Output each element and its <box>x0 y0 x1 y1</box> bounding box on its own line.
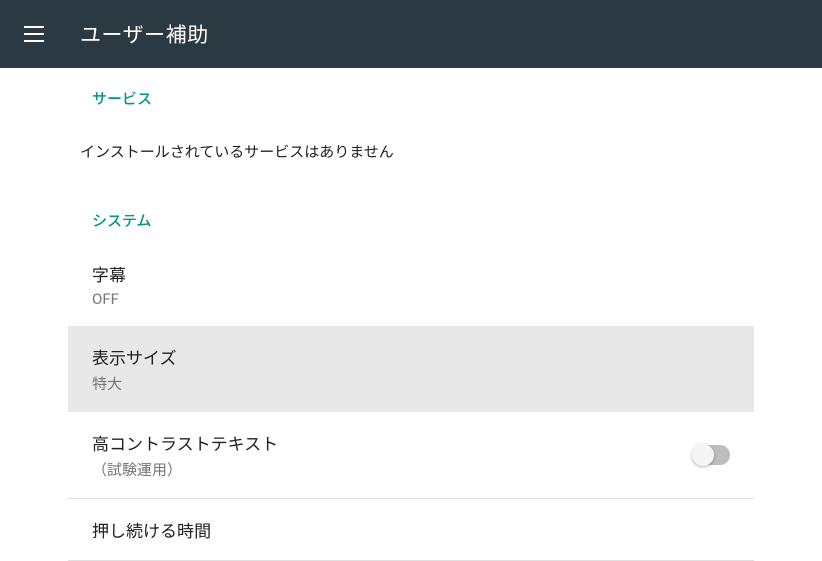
list-item-title: 字幕 <box>92 261 126 286</box>
list-item-display-size[interactable]: 表示サイズ 特大 <box>68 326 754 412</box>
list-item-long-press[interactable]: 押し続ける時間 <box>68 499 754 560</box>
page-title: ユーザー補助 <box>80 19 209 49</box>
menu-icon[interactable] <box>24 22 48 46</box>
list-item-high-contrast[interactable]: 高コントラストテキスト （試験運用） <box>68 412 754 498</box>
app-bar: ユーザー補助 <box>0 0 822 68</box>
content-area: サービス インストールされているサービスはありません システム 字幕 OFF 表… <box>0 68 822 561</box>
list-item-subtitle: （試験運用） <box>92 459 278 480</box>
list-item-subtitle: OFF <box>92 290 126 308</box>
services-empty-message: インストールされているサービスはありません <box>68 121 754 190</box>
list-item-title: 高コントラストテキスト <box>92 430 278 455</box>
list-item-captions[interactable]: 字幕 OFF <box>68 243 754 326</box>
list-item-title: 表示サイズ <box>92 344 177 369</box>
toggle-high-contrast[interactable] <box>694 445 730 465</box>
list-item-title: 押し続ける時間 <box>92 517 211 542</box>
section-header-services: サービス <box>68 68 754 121</box>
toggle-thumb <box>692 444 714 466</box>
section-header-system: システム <box>68 190 754 243</box>
list-item-subtitle: 特大 <box>92 373 177 394</box>
